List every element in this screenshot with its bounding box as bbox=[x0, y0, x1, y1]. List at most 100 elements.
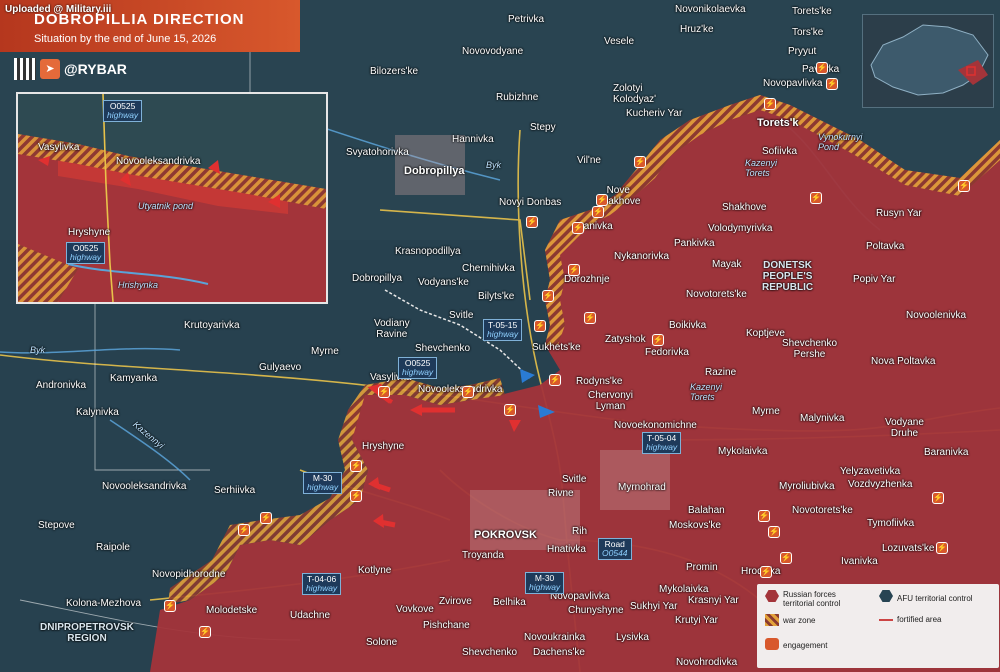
place-vesele: Vesele bbox=[604, 36, 635, 47]
locator-minimap bbox=[862, 14, 994, 108]
place-novopavlivka: Novopavlivka bbox=[763, 78, 823, 89]
place-dobropillya-small: Dobropillya bbox=[352, 273, 403, 284]
inset-label-river: Hrishynka bbox=[118, 280, 159, 290]
engagement-icon: ⚡ bbox=[526, 216, 538, 228]
place-svyatohorivka: Svyatohorivka bbox=[346, 147, 409, 158]
place-troyanda: Troyanda bbox=[462, 550, 504, 561]
place-shevchenko-s: Shevchenko bbox=[462, 647, 518, 658]
river-kazenyi-torets-north: Kazenyi Torets bbox=[745, 158, 778, 178]
place-nova-poltavka: Nova Poltavka bbox=[871, 356, 936, 367]
place-rubizhne: Rubizhne bbox=[496, 92, 539, 103]
map-stage: Uploaded @ Military.iii DOBROPILLIA DIRE… bbox=[0, 0, 1000, 672]
place-novooleksandrivka-w: Novooleksandrivka bbox=[102, 481, 187, 492]
place-novoekonomichne: Novoekonomichne bbox=[614, 420, 697, 431]
place-rodynske: Rodynsʹke bbox=[576, 376, 623, 387]
engagement-icon: ⚡ bbox=[572, 222, 584, 234]
engagement-icon: ⚡ bbox=[936, 542, 948, 554]
engagement-icon: ⚡ bbox=[534, 320, 546, 332]
place-dachenske: Dachensʹke bbox=[533, 647, 585, 658]
engagement-icon: ⚡ bbox=[238, 524, 250, 536]
place-malynivka: Malynivka bbox=[800, 413, 845, 424]
place-vilne: Vilʹne bbox=[577, 155, 601, 166]
place-solone: Solone bbox=[366, 637, 398, 648]
vynokurnyi-pond: Vynokurnyi Pond bbox=[818, 132, 863, 152]
inset-highway-shield-top: O0525 highway bbox=[103, 100, 143, 122]
engagement-icon: ⚡ bbox=[549, 374, 561, 386]
highway-shield-t0504: T-05-04 highway bbox=[642, 432, 682, 454]
qr-code-icon bbox=[14, 58, 36, 80]
place-fedorivka: Fedorivka bbox=[645, 347, 689, 358]
place-molodetske: Molodetske bbox=[206, 605, 258, 616]
inset-zoom-panel: O0525 highway Vasylivka Novooleksandrivka… bbox=[16, 92, 328, 304]
place-gulyaevo: Gulyaevo bbox=[259, 362, 302, 373]
inset-highway-shield-bottom: O0525 highway bbox=[66, 242, 106, 264]
engagement-icon bbox=[765, 638, 779, 650]
engagement-icon: ⚡ bbox=[634, 156, 646, 168]
place-pishchane: Pishchane bbox=[423, 620, 470, 631]
legend-afu-label: AFU territorial control bbox=[897, 594, 973, 603]
river-byk-west: Byk bbox=[30, 345, 46, 355]
engagement-icon: ⚡ bbox=[164, 600, 176, 612]
place-toretsk: Toretsʹk bbox=[757, 117, 799, 129]
place-boikivka: Boikivka bbox=[669, 320, 707, 331]
place-novoukrainka: Novoukrainka bbox=[524, 632, 586, 643]
highway-shield-m30-south: M-30 highway bbox=[525, 572, 565, 594]
place-svitle: Svitle bbox=[449, 310, 474, 321]
highway-shield-t0515: T-05-15 highway bbox=[483, 319, 523, 341]
place-baranivka: Baranivka bbox=[924, 447, 969, 458]
place-novohrodivka: Novohrodivka bbox=[676, 657, 738, 668]
place-novopidhorodne: Novopidhorodne bbox=[152, 569, 226, 580]
place-zolotyi-kolodyaz: Zolotyi Kolodyazʹ bbox=[613, 83, 657, 105]
engagement-icon: ⚡ bbox=[758, 510, 770, 522]
place-rusyn-yar: Rusyn Yar bbox=[876, 208, 922, 219]
place-novotoretske: Novotoretsʹke bbox=[686, 289, 747, 300]
place-mayak: Mayak bbox=[712, 259, 742, 270]
place-pryyut: Pryyut bbox=[788, 46, 817, 57]
place-shevchenko: Shevchenko bbox=[415, 343, 471, 354]
place-rih: Rih bbox=[572, 526, 588, 537]
engagement-icon: ⚡ bbox=[350, 490, 362, 502]
engagement-icon: ⚡ bbox=[760, 566, 772, 578]
place-vovkove: Vovkove bbox=[396, 604, 434, 615]
place-mykolaivka-e: Mykolaivka bbox=[718, 446, 768, 457]
map-legend: Russian forces territorial control AFU t… bbox=[757, 584, 999, 668]
place-sukhetske: Sukhetsʹke bbox=[532, 342, 581, 353]
place-sofiivka: Sofiivka bbox=[762, 146, 798, 157]
place-chervonyi-lyman: Chervonyi Lyman bbox=[588, 390, 634, 412]
place-kalynivka: Kalynivka bbox=[76, 407, 119, 418]
place-tymofiivka: Tymofiivka bbox=[867, 518, 915, 529]
engagement-icon: ⚡ bbox=[652, 334, 664, 346]
place-novyi-donbas: Novyi Donbas bbox=[499, 197, 562, 208]
engagement-icon: ⚡ bbox=[826, 78, 838, 90]
engagement-icon: ⚡ bbox=[568, 264, 580, 276]
legend-engagement-label: engagement bbox=[783, 641, 828, 650]
engagement-icon: ⚡ bbox=[592, 206, 604, 218]
place-lysivka: Lysivka bbox=[616, 632, 649, 643]
engagement-icon: ⚡ bbox=[260, 512, 272, 524]
place-myrnohrad: Myrnohrad bbox=[618, 482, 666, 493]
place-svitle-s: Svitle bbox=[562, 474, 587, 485]
place-torske: Torsʹke bbox=[792, 27, 824, 38]
brand-handle[interactable]: @RYBAR bbox=[64, 61, 127, 77]
highway-shield-o0525: O0525 highway bbox=[398, 357, 438, 379]
place-andronivka: Andronivka bbox=[36, 380, 87, 391]
place-pankivka: Pankivka bbox=[674, 238, 715, 249]
inset-label-vasylivka: Vasylivka bbox=[38, 142, 80, 153]
place-shakhove: Shakhove bbox=[722, 202, 767, 213]
place-vodyanske: Vodyansʹke bbox=[418, 277, 469, 288]
place-novoolenivka: Novoolenivka bbox=[906, 310, 967, 321]
engagement-icon: ⚡ bbox=[199, 626, 211, 638]
telegram-icon: ➤ bbox=[40, 59, 60, 79]
place-razine: Razine bbox=[705, 367, 737, 378]
place-krutoyarivka: Krutoyarivka bbox=[184, 320, 240, 331]
place-kucheriv-yar: Kucheriv Yar bbox=[626, 108, 683, 119]
place-krasnyi-yar: Krasnyi Yar bbox=[688, 595, 739, 606]
place-zatyshok: Zatyshok bbox=[605, 334, 646, 345]
highway-shield-m30-west: M-30 highway bbox=[303, 472, 343, 494]
place-belhika: Belhika bbox=[493, 597, 526, 608]
place-nykanorivka: Nykanorivka bbox=[614, 251, 670, 262]
place-chernihivka: Chernihivka bbox=[462, 263, 515, 274]
place-raipole: Raipole bbox=[96, 542, 130, 553]
legend-war-zone-label: war zone bbox=[783, 616, 816, 625]
place-myrne-w: Myrne bbox=[311, 346, 339, 357]
